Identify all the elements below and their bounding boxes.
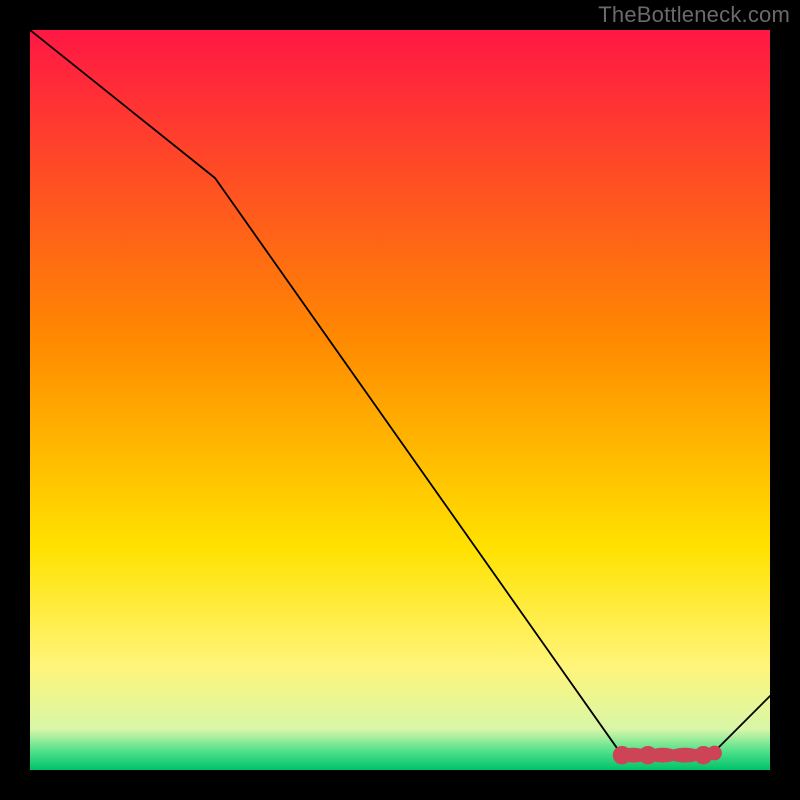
- chart-svg: [30, 30, 770, 770]
- watermark-text: TheBottleneck.com: [598, 2, 790, 28]
- chart-background: [30, 30, 770, 770]
- marker-dot: [707, 746, 722, 761]
- marker-group: [613, 746, 722, 765]
- plot-area: [30, 30, 770, 770]
- chart-frame: TheBottleneck.com: [0, 0, 800, 800]
